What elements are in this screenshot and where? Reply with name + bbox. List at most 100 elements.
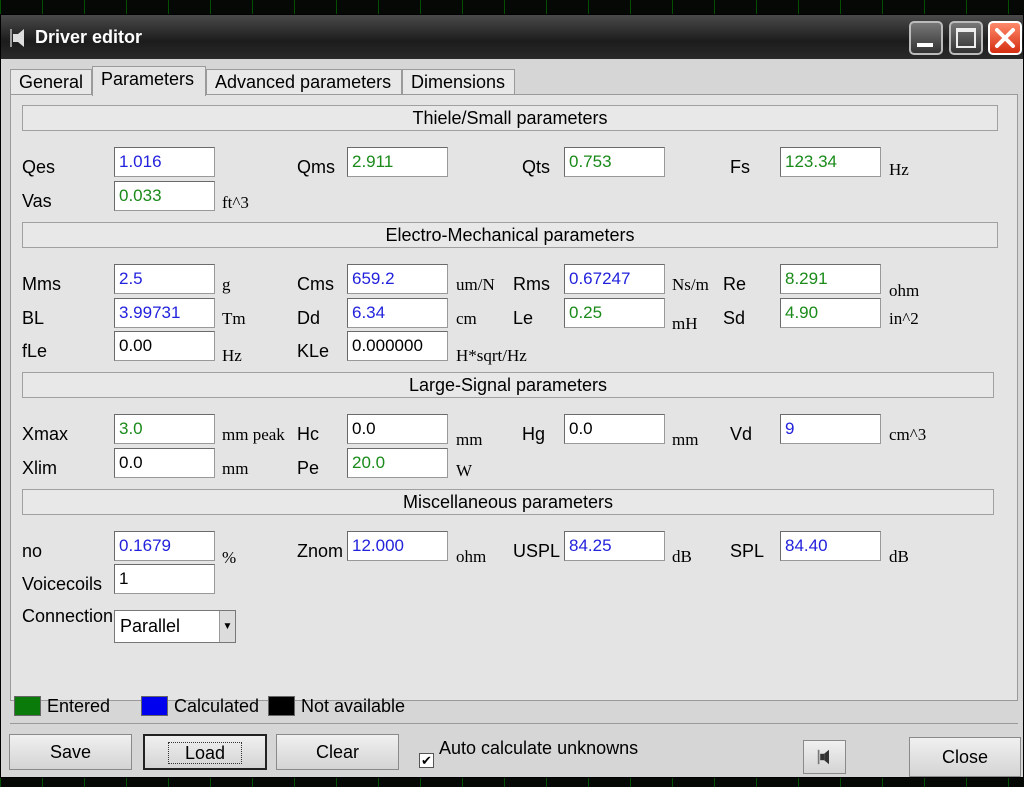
close-button[interactable]: Close xyxy=(909,737,1021,777)
legend-separator xyxy=(10,723,1018,724)
spl-unit: dB xyxy=(889,547,909,566)
driver-editor-window: Driver editor General Parameters Advance… xyxy=(0,14,1024,778)
save-button[interactable]: Save xyxy=(9,734,132,770)
fs-label: Fs xyxy=(730,157,750,177)
fle-label: fLe xyxy=(22,341,48,361)
spl-label: SPL xyxy=(730,541,765,561)
xlim-field[interactable]: 0.0 xyxy=(114,448,215,478)
driver-icon-button[interactable] xyxy=(803,740,846,774)
dd-unit: cm xyxy=(456,309,477,328)
rms-unit: Ns/m xyxy=(672,275,709,294)
kle-field[interactable]: 0.000000 xyxy=(347,331,448,361)
connection-value: Parallel xyxy=(120,616,181,636)
load-button-label: Load xyxy=(167,742,243,764)
connection-select[interactable]: Parallel ▼ xyxy=(114,610,236,643)
speaker-icon xyxy=(817,749,829,765)
voicecoils-label: Voicecoils xyxy=(22,574,103,594)
title-bar[interactable]: Driver editor xyxy=(1,15,1023,59)
qms-label: Qms xyxy=(297,157,335,177)
no-unit: % xyxy=(222,548,237,567)
hg-field[interactable]: 0.0 xyxy=(564,414,665,444)
znom-label: Znom xyxy=(297,541,344,561)
qms-field[interactable]: 2.911 xyxy=(347,147,448,177)
uspl-label: USPL xyxy=(513,541,561,561)
load-button[interactable]: Load xyxy=(143,734,267,770)
cms-label: Cms xyxy=(297,274,334,294)
xmax-field[interactable]: 3.0 xyxy=(114,414,215,444)
connection-label: Connection xyxy=(22,606,114,626)
pe-label: Pe xyxy=(297,458,320,478)
qts-label: Qts xyxy=(522,157,551,177)
close-icon xyxy=(995,28,1015,48)
znom-field[interactable]: 12.000 xyxy=(347,531,448,561)
chevron-down-icon[interactable]: ▼ xyxy=(219,611,235,642)
pe-field[interactable]: 20.0 xyxy=(347,448,448,478)
hg-unit: mm xyxy=(672,430,699,449)
close-window-button[interactable] xyxy=(988,21,1022,55)
vd-unit: cm^3 xyxy=(889,425,927,444)
re-label: Re xyxy=(723,274,747,294)
dd-label: Dd xyxy=(297,308,321,328)
legend-calculated: Calculated xyxy=(174,696,260,716)
hc-unit: mm xyxy=(456,430,483,449)
maximize-button[interactable] xyxy=(949,21,983,55)
section-misc: Miscellaneous parameters xyxy=(22,489,994,515)
le-field[interactable]: 0.25 xyxy=(564,298,665,328)
fle-field[interactable]: 0.00 xyxy=(114,331,215,361)
pe-unit: W xyxy=(456,461,473,480)
le-label: Le xyxy=(513,308,534,328)
qes-label: Qes xyxy=(22,157,56,177)
desktop-background-bottom xyxy=(0,778,1024,787)
xlim-unit: mm xyxy=(222,459,249,478)
entered-swatch xyxy=(14,696,41,716)
hc-field[interactable]: 0.0 xyxy=(347,414,448,444)
fs-field[interactable]: 123.34 xyxy=(780,147,881,177)
re-field[interactable]: 8.291 xyxy=(780,264,881,294)
auto-calculate-label: Auto calculate unknowns xyxy=(439,738,639,758)
calculated-swatch xyxy=(141,696,168,716)
cms-unit: um/N xyxy=(456,275,495,294)
spl-field[interactable]: 84.40 xyxy=(780,531,881,561)
not-available-swatch xyxy=(268,696,295,716)
no-label: no xyxy=(22,541,43,561)
vas-field[interactable]: 0.033 xyxy=(114,181,215,211)
minimize-button[interactable] xyxy=(909,21,943,55)
xmax-label: Xmax xyxy=(22,424,69,444)
desktop-background-top xyxy=(0,0,1024,14)
tab-parameters[interactable]: Parameters xyxy=(92,66,206,96)
sd-field[interactable]: 4.90 xyxy=(780,298,881,328)
qes-field[interactable]: 1.016 xyxy=(114,147,215,177)
dd-field[interactable]: 6.34 xyxy=(347,298,448,328)
section-thiele-small: Thiele/Small parameters xyxy=(22,105,998,131)
uspl-unit: dB xyxy=(672,547,692,566)
rms-field[interactable]: 0.67247 xyxy=(564,264,665,294)
mms-unit: g xyxy=(222,275,231,294)
sd-unit: in^2 xyxy=(889,309,919,328)
tab-dimensions[interactable]: Dimensions xyxy=(402,69,515,95)
section-large-signal: Large-Signal parameters xyxy=(22,372,994,398)
auto-calculate-checkbox[interactable]: ✔ xyxy=(419,753,434,768)
kle-label: KLe xyxy=(297,341,330,361)
voicecoils-field[interactable]: 1 xyxy=(114,564,215,594)
bl-field[interactable]: 3.99731 xyxy=(114,298,215,328)
le-unit: mH xyxy=(672,314,698,333)
section-electro-mechanical: Electro-Mechanical parameters xyxy=(22,222,998,248)
kle-unit: H*sqrt/Hz xyxy=(456,346,527,365)
clear-button[interactable]: Clear xyxy=(276,734,399,770)
qts-field[interactable]: 0.753 xyxy=(564,147,665,177)
no-field[interactable]: 0.1679 xyxy=(114,531,215,561)
tab-advanced-parameters[interactable]: Advanced parameters xyxy=(206,69,402,95)
uspl-field[interactable]: 84.25 xyxy=(564,531,665,561)
fle-unit: Hz xyxy=(222,346,242,365)
vas-label: Vas xyxy=(22,191,52,211)
window-title: Driver editor xyxy=(35,27,143,47)
mms-field[interactable]: 2.5 xyxy=(114,264,215,294)
hc-label: Hc xyxy=(297,424,319,444)
sd-label: Sd xyxy=(723,308,746,328)
vd-field[interactable]: 9 xyxy=(780,414,881,444)
legend-entered: Entered xyxy=(47,696,111,716)
cms-field[interactable]: 659.2 xyxy=(347,264,448,294)
tab-general[interactable]: General xyxy=(10,69,92,95)
znom-unit: ohm xyxy=(456,547,487,566)
vd-label: Vd xyxy=(730,424,753,444)
